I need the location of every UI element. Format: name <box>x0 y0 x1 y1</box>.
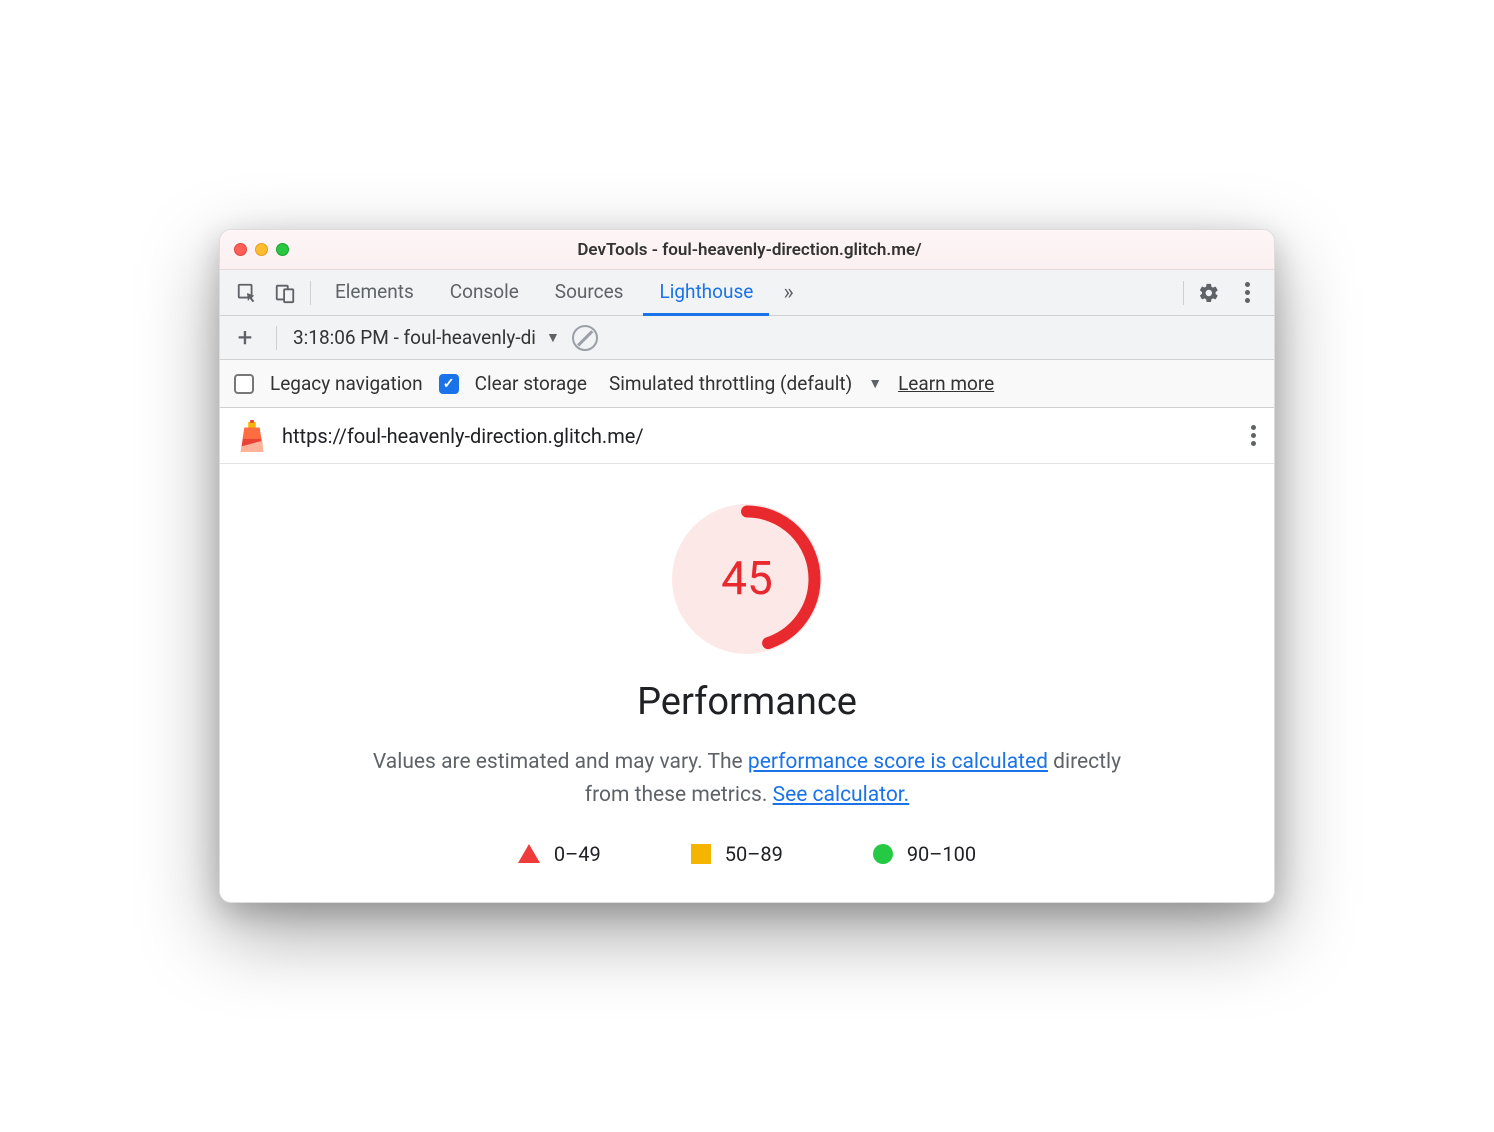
inspect-element-icon[interactable] <box>230 276 264 310</box>
throttling-chevron-icon[interactable]: ▼ <box>868 375 882 392</box>
learn-more-link[interactable]: Learn more <box>898 372 994 395</box>
desc-text: Values are estimated and may vary. The <box>373 750 748 774</box>
tab-lighthouse[interactable]: Lighthouse <box>643 270 769 316</box>
legend-average: 50–89 <box>691 842 783 866</box>
report-selector-label: 3:18:06 PM - foul-heavenly-di <box>293 326 536 349</box>
report-title: Performance <box>637 680 857 724</box>
circle-icon <box>873 844 893 864</box>
separator <box>276 326 277 350</box>
throttling-label: Simulated throttling (default) <box>609 372 852 395</box>
more-tabs-icon[interactable]: » <box>773 280 803 305</box>
legend-good: 90–100 <box>873 842 976 866</box>
titlebar: DevTools - foul-heavenly-direction.glitc… <box>220 230 1274 270</box>
legend-poor: 0–49 <box>518 842 601 866</box>
report-body: 45 Performance Values are estimated and … <box>220 464 1274 901</box>
triangle-icon <box>518 844 540 863</box>
square-icon <box>691 844 711 864</box>
tab-elements[interactable]: Elements <box>319 270 430 316</box>
performance-gauge[interactable]: 45 <box>672 504 822 654</box>
tab-console[interactable]: Console <box>434 270 535 316</box>
report-description: Values are estimated and may vary. The p… <box>357 746 1137 811</box>
report-url-row: https://foul-heavenly-direction.glitch.m… <box>220 408 1274 464</box>
tab-sources[interactable]: Sources <box>539 270 640 316</box>
score-legend: 0–49 50–89 90–100 <box>518 842 976 866</box>
new-report-button[interactable]: + <box>230 323 260 353</box>
kebab-menu-icon[interactable] <box>1230 276 1264 310</box>
clear-storage-label: Clear storage <box>475 372 587 395</box>
gear-icon[interactable] <box>1192 276 1226 310</box>
legend-avg-label: 50–89 <box>725 842 783 866</box>
chevron-down-icon: ▼ <box>546 329 560 346</box>
report-url: https://foul-heavenly-direction.glitch.m… <box>282 424 644 448</box>
lighthouse-toolbar: + 3:18:06 PM - foul-heavenly-di ▼ <box>220 316 1274 360</box>
window-title: DevTools - foul-heavenly-direction.glitc… <box>239 240 1260 260</box>
lighthouse-options-bar: Legacy navigation ✓ Clear storage Simula… <box>220 360 1274 408</box>
clear-report-icon[interactable] <box>572 325 598 351</box>
separator <box>1183 281 1184 305</box>
legend-poor-label: 0–49 <box>554 842 601 866</box>
legend-good-label: 90–100 <box>907 842 976 866</box>
devtools-window: DevTools - foul-heavenly-direction.glitc… <box>219 229 1275 902</box>
performance-score: 45 <box>672 504 822 654</box>
report-kebab-menu[interactable] <box>1251 425 1256 446</box>
legacy-navigation-checkbox[interactable] <box>234 374 254 394</box>
see-calculator-link[interactable]: See calculator. <box>773 783 910 807</box>
device-toolbar-icon[interactable] <box>268 276 302 310</box>
performance-score-link[interactable]: performance score is calculated <box>748 750 1048 774</box>
report-selector[interactable]: 3:18:06 PM - foul-heavenly-di ▼ <box>293 326 560 349</box>
lighthouse-icon <box>238 420 266 452</box>
separator <box>310 281 311 305</box>
devtools-tabstrip: Elements Console Sources Lighthouse » <box>220 270 1274 316</box>
clear-storage-checkbox[interactable]: ✓ <box>439 374 459 394</box>
legacy-navigation-label: Legacy navigation <box>270 372 423 395</box>
